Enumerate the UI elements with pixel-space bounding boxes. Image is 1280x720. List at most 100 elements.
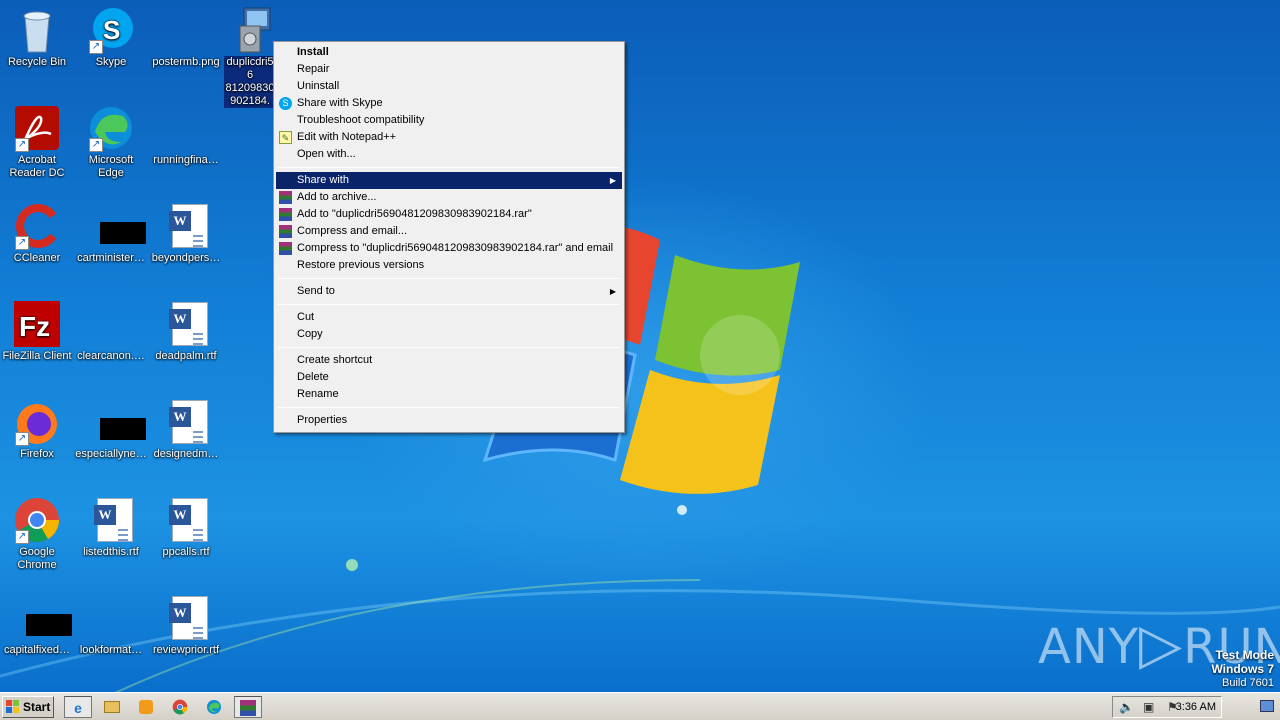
menu-item-label: Share with Skype — [297, 97, 383, 109]
menu-item-properties[interactable]: Properties — [276, 412, 622, 429]
shortcut-arrow-icon: ↗ — [15, 530, 29, 544]
show-desktop-icon[interactable] — [1260, 700, 1274, 712]
menu-item-install[interactable]: Install — [276, 44, 622, 61]
desktop-icon-deadpalm[interactable]: W deadpalm.rtf — [149, 300, 223, 363]
desktop-icon-duplicdri-msi[interactable]: duplicdri56 81209830 902184. — [224, 6, 276, 108]
clock[interactable]: 3:36 AM — [1176, 693, 1216, 720]
desktop-icon-designedm[interactable]: W designedm… — [149, 398, 223, 461]
menu-separator — [278, 278, 620, 279]
desktop-icon-label: Firefox — [20, 448, 54, 460]
menu-item-label: Send to — [297, 285, 335, 297]
menu-separator — [278, 304, 620, 305]
menu-item-rename[interactable]: Rename — [276, 386, 622, 403]
start-button[interactable]: Start — [2, 696, 54, 718]
desktop-icon-ccleaner[interactable]: ↗ CCleaner — [0, 202, 74, 265]
menu-item-add-to-rar[interactable]: Add to "duplicdri5690481209830983902184.… — [276, 206, 622, 223]
desktop-icon-especiallyne[interactable]: especiallyne… — [74, 398, 148, 461]
chrome-icon — [172, 699, 188, 715]
word-doc-icon: W — [162, 594, 210, 642]
desktop-icon-filezilla[interactable]: Fz FileZilla Client — [0, 300, 74, 363]
menu-item-create-shortcut[interactable]: Create shortcut — [276, 352, 622, 369]
volume-icon[interactable]: 🔈 — [1119, 700, 1134, 714]
desktop-icon-postermb[interactable]: postermb.png — [149, 6, 223, 69]
menu-item-delete[interactable]: Delete — [276, 369, 622, 386]
menu-item-compress-and-email[interactable]: Compress and email... — [276, 223, 622, 240]
skype-icon: S — [279, 97, 292, 110]
desktop-icon-chrome[interactable]: ↗ Google Chrome — [0, 496, 74, 572]
desktop-icon-label: ppcalls.rtf — [162, 546, 210, 558]
firefox-icon: ↗ — [13, 398, 61, 446]
context-menu: Install Repair Uninstall S Share with Sk… — [273, 41, 625, 433]
menu-item-label: Open with... — [297, 148, 356, 160]
word-doc-icon: W — [162, 300, 210, 348]
desktop-icon-label: designedm… — [153, 448, 219, 460]
network-icon[interactable]: ▣ — [1143, 700, 1154, 714]
desktop-icon-label: Microsoft Edge — [88, 154, 134, 179]
svg-text:S: S — [103, 15, 120, 45]
menu-item-compress-to-rar-and-email[interactable]: Compress to "duplicdri569048120983098390… — [276, 240, 622, 257]
menu-item-uninstall[interactable]: Uninstall — [276, 78, 622, 95]
menu-item-send-to[interactable]: Send to ▶ — [276, 283, 622, 300]
desktop-icon-beyondpers[interactable]: W beyondpers… — [149, 202, 223, 265]
desktop-icon-acrobat[interactable]: ↗ Acrobat Reader DC — [0, 104, 74, 180]
taskbar-chrome-button[interactable] — [166, 696, 194, 718]
menu-item-label: Properties — [297, 414, 348, 426]
windows-flag-icon — [6, 700, 19, 713]
submenu-arrow-icon: ▶ — [609, 287, 616, 296]
menu-item-troubleshoot-compatibility[interactable]: Troubleshoot compatibility — [276, 112, 622, 129]
desktop-icon-ppcalls[interactable]: W ppcalls.rtf — [149, 496, 223, 559]
taskbar-edge-button[interactable] — [200, 696, 228, 718]
taskbar-explorer-button[interactable] — [98, 696, 126, 718]
desktop-icon-firefox[interactable]: ↗ Firefox — [0, 398, 74, 461]
submenu-arrow-icon: ▶ — [609, 176, 616, 185]
desktop[interactable]: Recycle Bin ↗ Acrobat Reader DC ↗ CClean… — [0, 0, 1280, 692]
test-mode-label: Test Mode — [1215, 648, 1274, 662]
taskbar-media-player-button[interactable] — [132, 696, 160, 718]
menu-item-share-with-skype[interactable]: S Share with Skype — [276, 95, 622, 112]
winrar-icon — [279, 208, 292, 221]
desktop-icon-label: Google Chrome — [17, 546, 57, 571]
desktop-icon-label: lookformat… — [79, 644, 143, 656]
menu-item-add-to-archive[interactable]: Add to archive... — [276, 189, 622, 206]
build-label: Build 7601 — [1222, 677, 1274, 689]
taskbar-ie-button[interactable]: e — [64, 696, 92, 718]
desktop-icon-capitalfixed[interactable]: capitalfixed… — [0, 594, 74, 657]
desktop-icon-label: Skype — [95, 56, 127, 68]
desktop-icon-skype[interactable]: S ↗ Skype — [74, 6, 148, 69]
winrar-icon — [279, 242, 292, 255]
menu-item-label: Repair — [297, 63, 330, 75]
desktop-icon-listedthis[interactable]: W listedthis.rtf — [74, 496, 148, 559]
play-triangle-icon: ▷ — [1139, 612, 1184, 677]
menu-item-copy[interactable]: Copy — [276, 326, 622, 343]
menu-item-repair[interactable]: Repair — [276, 61, 622, 78]
black-file-icon — [87, 202, 146, 250]
menu-item-label: Edit with Notepad++ — [297, 131, 397, 143]
desktop-icon-clearcanon[interactable]: clearcanon.… — [74, 300, 148, 363]
menu-item-cut[interactable]: Cut — [276, 309, 622, 326]
menu-item-open-with[interactable]: Open with... — [276, 146, 622, 163]
desktop-icon-label: cartminister… — [77, 252, 145, 264]
svg-text:Fz: Fz — [19, 311, 50, 342]
menu-item-restore-previous-versions[interactable]: Restore previous versions — [276, 257, 622, 274]
msi-installer-icon — [226, 6, 274, 54]
menu-separator — [278, 167, 620, 168]
os-label: Windows 7 — [1211, 662, 1274, 676]
menu-item-label: Copy — [297, 328, 323, 340]
desktop-icon-recycle-bin[interactable]: Recycle Bin — [0, 6, 74, 69]
menu-item-edit-with-notepad-plus-plus[interactable]: ✎ Edit with Notepad++ — [276, 129, 622, 146]
desktop-icon-label: clearcanon.… — [77, 350, 145, 362]
menu-item-label: Compress and email... — [297, 225, 408, 237]
desktop-icon-runningfina[interactable]: runningfina… — [149, 104, 223, 167]
menu-item-label: Rename — [297, 388, 339, 400]
skype-icon: S ↗ — [87, 6, 135, 54]
taskbar: Start e 🔈 ▣ ⚑ 3:36 AM — [0, 692, 1280, 720]
desktop-icon-edge[interactable]: ↗ Microsoft Edge — [74, 104, 148, 180]
desktop-icon-lookformat[interactable]: lookformat… — [74, 594, 148, 657]
media-player-icon — [139, 700, 153, 714]
menu-item-label: Add to archive... — [297, 191, 377, 203]
word-doc-icon: W — [162, 496, 210, 544]
menu-item-share-with[interactable]: Share with ▶ — [276, 172, 622, 189]
taskbar-winrar-button[interactable] — [234, 696, 262, 718]
desktop-icon-cartminister[interactable]: cartminister… — [74, 202, 148, 265]
desktop-icon-reviewprior[interactable]: W reviewprior.rtf — [149, 594, 223, 657]
